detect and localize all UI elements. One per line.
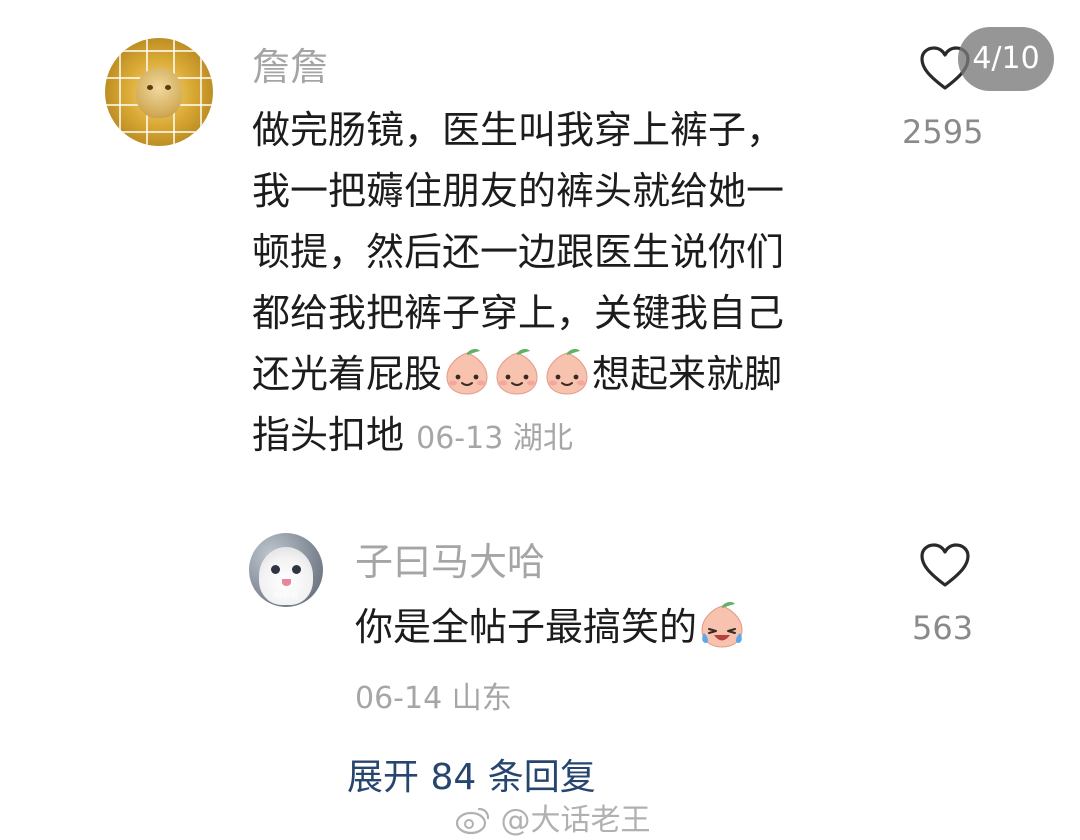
comment-line: 都给我把裤子穿上，关键我自己 bbox=[252, 291, 785, 335]
expand-replies-link[interactable]: 展开 84 条回复 bbox=[347, 760, 596, 796]
page-indicator-badge: 4/10 bbox=[958, 27, 1054, 91]
crying-laughing-peach-icon bbox=[701, 601, 743, 648]
comment-line: 我一把薅住朋友的裤头就给她一 bbox=[252, 169, 785, 213]
watermark: @大话老王 bbox=[455, 795, 651, 839]
heart-icon[interactable] bbox=[919, 542, 971, 588]
avatar-tag: 哈哈哈 bbox=[274, 591, 298, 600]
comment-username[interactable]: 詹詹 bbox=[252, 48, 328, 86]
comment-line: 做完肠镜，医生叫我穿上裤子， bbox=[252, 108, 785, 152]
reply-username[interactable]: 子曰马大哈 bbox=[355, 543, 545, 581]
smiling-peach-icon bbox=[446, 348, 488, 395]
comment-line: 还光着屁股 想起来就脚 bbox=[252, 344, 784, 405]
avatar-reply-commenter[interactable]: 哈哈哈 bbox=[249, 533, 323, 607]
comment-meta: 06-13 湖北 bbox=[416, 421, 573, 456]
comment-like-count: 2595 bbox=[902, 113, 984, 151]
weibo-logo-icon bbox=[455, 807, 490, 835]
avatar-main-commenter[interactable] bbox=[105, 38, 213, 146]
reply-text: 你是全帖子最搞笑的 bbox=[355, 597, 747, 658]
comment-line: 顿提，然后还一边跟医生说你们 bbox=[252, 230, 785, 274]
smiling-peach-icon bbox=[546, 348, 588, 395]
watermark-text: @大话老王 bbox=[500, 803, 651, 838]
comment-line: 指头扣地 06-13 湖北 bbox=[252, 413, 573, 457]
reply-like-count: 563 bbox=[912, 609, 974, 647]
smiling-peach-icon bbox=[496, 348, 538, 395]
reply-meta: 06-14 山东 bbox=[355, 681, 512, 716]
comment-text: 做完肠镜，医生叫我穿上裤子， 我一把薅住朋友的裤头就给她一 顿提，然后还一边跟医… bbox=[252, 100, 784, 466]
